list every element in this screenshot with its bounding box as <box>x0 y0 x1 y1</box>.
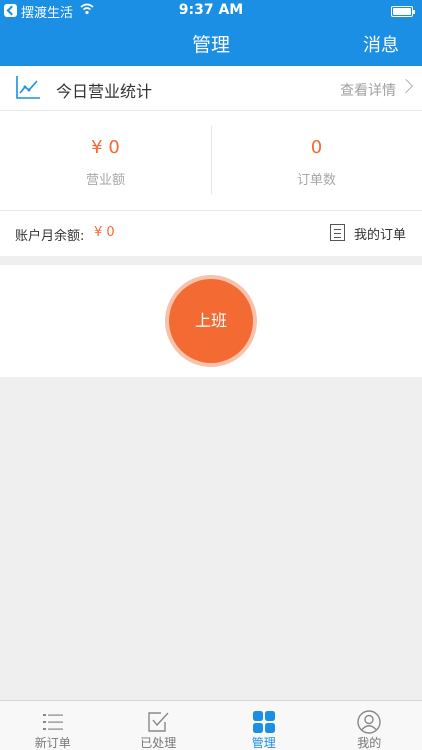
grid-icon <box>252 711 275 733</box>
status-time: 9:37 AM <box>178 2 244 18</box>
tab-manage[interactable]: 管理 <box>211 701 317 750</box>
tab-label: 已处理 <box>140 736 177 750</box>
list-icon <box>42 714 63 730</box>
stats-header[interactable]: 今日营业统计 查看详情 <box>0 66 422 111</box>
page-title: 管理 <box>191 34 230 56</box>
balance-row: 账户月余额: ¥ 0 我的订单 <box>0 211 422 256</box>
top-bar: 摆渡生活 9:37 AM 管理 消息 <box>0 0 422 66</box>
tab-label: 新订单 <box>34 736 71 750</box>
checkbox-icon <box>148 712 169 732</box>
tab-processed[interactable]: 已处理 <box>106 701 212 750</box>
tab-label: 管理 <box>251 736 276 750</box>
messages-button[interactable]: 消息 <box>363 31 399 57</box>
revenue-stat: ¥ 0 营业额 <box>0 111 211 211</box>
revenue-value: ¥ 0 <box>91 137 120 158</box>
battery-icon <box>391 6 415 17</box>
orders-value: 0 <box>310 137 323 158</box>
document-icon[interactable] <box>330 224 345 241</box>
orders-stat: 0 订单数 <box>211 111 422 211</box>
revenue-label: 营业额 <box>85 173 125 188</box>
chevron-right-icon <box>398 78 414 94</box>
status-bar: 摆渡生活 9:37 AM <box>0 0 422 22</box>
profile-icon <box>357 710 381 734</box>
clock-in-button[interactable]: 上班 <box>169 279 253 363</box>
stats-title: 今日营业统计 <box>56 82 153 101</box>
line-chart-icon <box>16 76 40 99</box>
tab-label: 我的 <box>357 736 382 750</box>
view-details-link[interactable]: 查看详情 <box>340 80 396 100</box>
tab-bar: 新订单 已处理 管理 我的 <box>0 700 422 750</box>
tab-new-orders[interactable]: 新订单 <box>0 701 106 750</box>
orders-label: 订单数 <box>296 173 336 188</box>
my-orders-link[interactable]: 我的订单 <box>354 224 406 243</box>
stats-panel: ¥ 0 营业额 0 订单数 <box>0 111 422 211</box>
balance-label: 账户月余额: <box>15 229 85 244</box>
balance-value: ¥ 0 <box>94 225 115 240</box>
tab-me[interactable]: 我的 <box>317 701 422 750</box>
clock-in-panel: 上班 <box>0 265 422 377</box>
